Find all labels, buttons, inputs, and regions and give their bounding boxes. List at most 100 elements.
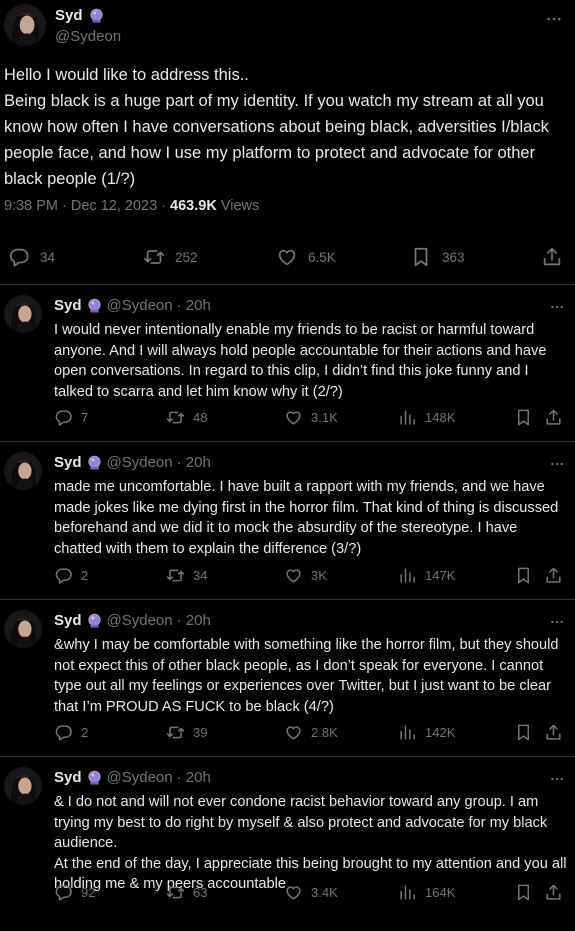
author-handle[interactable]: @Sydeon (107, 612, 173, 629)
reply-icon (54, 883, 73, 902)
share-icon (541, 246, 563, 268)
author-row: Syd (55, 7, 105, 24)
bookmark-button[interactable] (514, 883, 533, 902)
like-icon (284, 408, 303, 427)
views-count: 147K (425, 568, 456, 583)
avatar[interactable] (4, 767, 42, 805)
bookmark-button[interactable] (514, 408, 533, 427)
views-icon (398, 883, 417, 902)
like-button[interactable]: 3.4K (284, 883, 338, 902)
crystal-ball-badge-icon (86, 769, 103, 786)
author-name[interactable]: Syd (54, 769, 82, 786)
avatar[interactable] (4, 610, 42, 648)
more-icon (549, 456, 565, 472)
action-bar: 7 48 3.1K 148K (54, 408, 563, 428)
reply-time[interactable]: · 20h (177, 297, 211, 314)
views-button[interactable]: 147K (398, 566, 455, 585)
repost-button[interactable]: 252 (143, 246, 198, 268)
more-button[interactable] (549, 299, 565, 315)
reply-button[interactable]: 7 (54, 408, 88, 427)
more-button[interactable] (545, 10, 563, 28)
like-button[interactable]: 3.1K (284, 408, 338, 427)
repost-count: 34 (193, 568, 208, 583)
more-button[interactable] (549, 771, 565, 787)
reply-icon (54, 566, 73, 585)
reply-time[interactable]: · 20h (177, 454, 211, 471)
like-icon (284, 566, 303, 585)
bookmark-button[interactable] (514, 723, 533, 742)
bookmark-icon (514, 408, 533, 427)
share-icon (544, 723, 563, 742)
author-handle[interactable]: @Sydeon (107, 297, 173, 314)
repost-button[interactable]: 39 (166, 723, 207, 742)
reply-icon (8, 246, 30, 268)
more-icon (549, 771, 565, 787)
share-button[interactable] (544, 883, 563, 902)
bookmark-button[interactable]: 363 (410, 246, 465, 268)
timestamp[interactable]: 9:38 PM · Dec 12, 2023 · (4, 198, 170, 214)
author-handle[interactable]: @Sydeon (55, 28, 121, 45)
reply-time[interactable]: · 20h (177, 612, 211, 629)
reply-tweet: Syd @Sydeon · 20h I would never intentio… (0, 285, 575, 442)
author-handle[interactable]: @Sydeon (107, 769, 173, 786)
reply-count: 34 (40, 249, 56, 265)
reply-text: I would never intentionally enable my fr… (54, 322, 547, 400)
crystal-ball-badge-icon (88, 7, 105, 24)
repost-button[interactable]: 63 (166, 883, 207, 902)
repost-icon (166, 408, 185, 427)
more-button[interactable] (549, 456, 565, 472)
views-icon (398, 408, 417, 427)
avatar-image (4, 767, 42, 805)
share-icon (544, 883, 563, 902)
reply-icon (54, 408, 73, 427)
bookmark-icon (514, 723, 533, 742)
views-button[interactable]: 148K (398, 408, 455, 427)
views-count: 164K (425, 885, 456, 900)
main-tweet: Syd @Sydeon Hello I would like to addres… (0, 0, 575, 285)
share-icon (544, 566, 563, 585)
views-count: 463.9K (170, 198, 217, 214)
views-button[interactable]: 164K (398, 883, 455, 902)
author-name[interactable]: Syd (55, 7, 83, 24)
reply-header: Syd @Sydeon · 20h (54, 454, 211, 471)
reply-count: 7 (81, 410, 89, 425)
reply-time[interactable]: · 20h (177, 769, 211, 786)
avatar[interactable] (4, 4, 46, 46)
avatar[interactable] (4, 452, 42, 490)
author-name[interactable]: Syd (54, 297, 82, 314)
repost-button[interactable]: 48 (166, 408, 207, 427)
share-button[interactable] (544, 408, 563, 427)
reply-tweet: Syd @Sydeon · 20h &why I may be comforta… (0, 600, 575, 757)
views-button[interactable]: 142K (398, 723, 455, 742)
share-button[interactable] (541, 246, 563, 268)
reply-button[interactable]: 2 (54, 723, 88, 742)
author-name[interactable]: Syd (54, 454, 82, 471)
bookmark-button[interactable] (514, 566, 533, 585)
author-name[interactable]: Syd (54, 612, 82, 629)
repost-count: 48 (193, 410, 208, 425)
reply-button[interactable]: 92 (54, 883, 95, 902)
crystal-ball-badge-icon (86, 297, 103, 314)
reply-text: made me uncomfortable. I have built a ra… (54, 479, 559, 557)
more-button[interactable] (549, 614, 565, 630)
reply-text: & I do not and will not ever condone rac… (54, 794, 567, 892)
avatar-image (4, 4, 46, 46)
share-button[interactable] (544, 723, 563, 742)
like-button[interactable]: 2.8K (284, 723, 338, 742)
reply-button[interactable]: 34 (8, 246, 55, 268)
avatar[interactable] (4, 295, 42, 333)
repost-icon (166, 566, 185, 585)
action-bar: 2 39 2.8K 142K (54, 723, 563, 743)
reply-button[interactable]: 2 (54, 566, 88, 585)
repost-count: 39 (193, 725, 208, 740)
like-count: 3K (311, 568, 327, 583)
more-icon (549, 299, 565, 315)
share-icon (544, 408, 563, 427)
like-button[interactable]: 3K (284, 566, 327, 585)
reply-header: Syd @Sydeon · 20h (54, 769, 211, 786)
share-button[interactable] (544, 566, 563, 585)
reply-count: 2 (81, 568, 89, 583)
repost-button[interactable]: 34 (166, 566, 207, 585)
author-handle[interactable]: @Sydeon (107, 454, 173, 471)
like-button[interactable]: 6.5K (276, 246, 336, 268)
